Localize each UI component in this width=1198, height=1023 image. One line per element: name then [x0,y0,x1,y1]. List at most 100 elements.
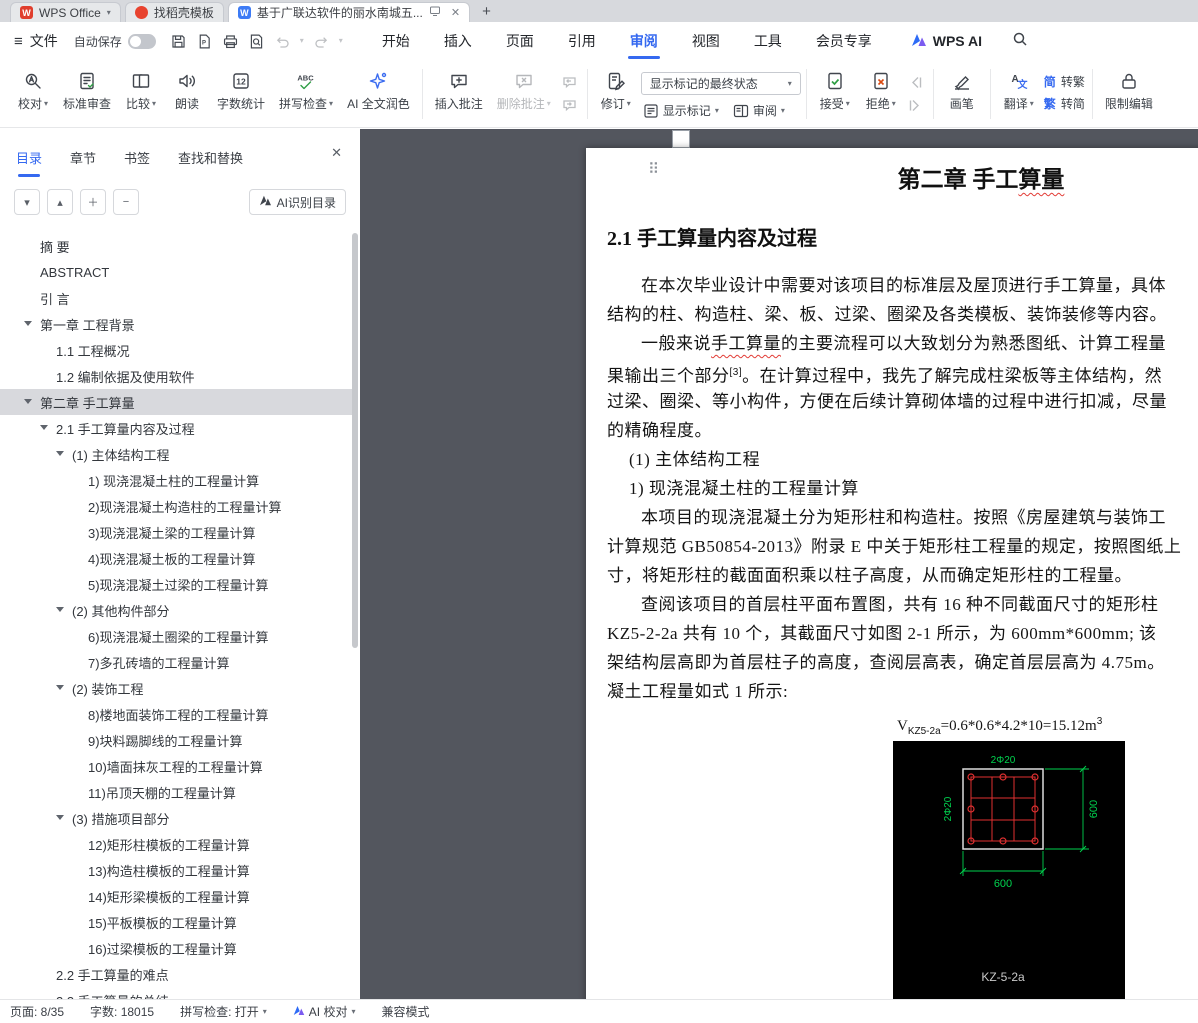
body-text-line: 果输出三个部分[3]。在计算过程中，我先了解完成柱梁板等主体结构，然 [607,366,1163,386]
tab-wps-office[interactable]: W WPS Office ▾ [10,2,121,22]
track-changes-button[interactable]: 修订 ▾ [593,64,639,116]
device-sync-icon [429,5,441,20]
insert-comment-button[interactable]: 插入批注 [428,64,490,116]
toc-item[interactable]: ABSTRACT [0,259,352,285]
toc-collapse-icon[interactable] [40,425,48,430]
menu-tab[interactable]: 审阅 [613,22,675,60]
tab-document[interactable]: W 基于广联达软件的丽水南城五... ✕ [227,2,471,22]
toc-item[interactable]: 第一章 工程背景 [0,311,352,337]
menu-tab[interactable]: 引用 [551,22,613,60]
close-sidebar-icon[interactable]: ✕ [331,145,342,161]
toc-item[interactable]: 1.1 工程概况 [0,337,352,363]
toc-item[interactable]: (2) 装饰工程 [0,675,352,701]
expand-all-button[interactable]: ▴ [47,189,73,215]
promote-heading-button[interactable]: ＋ [80,189,106,215]
toc-item[interactable]: 6)现浇混凝土圈梁的工程量计算 [0,623,352,649]
new-tab-button[interactable]: + [474,2,499,22]
toc-item[interactable]: 14)矩形梁模板的工程量计算 [0,883,352,909]
menu-tab[interactable]: 会员专享 [799,22,889,60]
paragraph-drag-handle-icon[interactable]: ⠿ [648,160,659,178]
print-preview-button[interactable] [248,33,265,50]
ai-detect-toc-button[interactable]: AI识别目录 [248,189,346,215]
search-button[interactable] [1012,31,1028,52]
sidebar-tab[interactable]: 查找和替换 [178,148,243,177]
word-count-indicator[interactable]: 字数: 18015 [90,1003,154,1020]
ai-proofread-status[interactable]: AI 校对 ▾ [293,1003,355,1020]
toc-collapse-icon[interactable] [56,607,64,612]
ai-polish-button[interactable]: AI 全文润色 [340,64,417,116]
file-menu-button[interactable]: ≡ 文件 [14,31,58,51]
sidebar-tab[interactable]: 章节 [70,148,96,177]
toc-item[interactable]: 3)现浇混凝土梁的工程量计算 [0,519,352,545]
toc-item[interactable]: 11)吊顶天棚的工程量计算 [0,779,352,805]
simplified-to-traditional-button[interactable]: 简 转繁 [1044,73,1085,90]
toc-item[interactable]: 7)多孔砖墙的工程量计算 [0,649,352,675]
toc-item[interactable]: 2.2 手工算量的难点 [0,961,352,987]
menu-tab[interactable]: 开始 [365,22,427,60]
ink-pen-button[interactable]: 画笔 [939,64,985,116]
comment-del-icon [514,70,534,91]
toc-item[interactable]: 13)构造柱模板的工程量计算 [0,857,352,883]
autosave-toggle[interactable] [127,33,156,49]
menu-tab[interactable]: 页面 [489,22,551,60]
demote-heading-button[interactable]: − [113,189,139,215]
word-count-button[interactable]: 12 字数统计 [210,64,272,116]
toc-item[interactable]: 5)现浇混凝土过梁的工程量计算 [0,571,352,597]
toc-collapse-icon[interactable] [56,451,64,456]
toc-item[interactable]: 引 言 [0,285,352,311]
sidebar-tab[interactable]: 书签 [124,148,150,177]
toc-collapse-icon[interactable] [56,685,64,690]
toc-item[interactable]: 15)平板模板的工程量计算 [0,909,352,935]
toc-collapse-icon[interactable] [24,399,32,404]
toc-item[interactable]: 2.3 手工算量的总结 [0,987,352,1000]
read-aloud-button[interactable]: 朗读 [164,64,210,116]
menu-tab[interactable]: 插入 [427,22,489,60]
proofread-button[interactable]: 校对 ▾ [10,64,56,116]
toc-item[interactable]: 9)块料踢脚线的工程量计算 [0,727,352,753]
export-pdf-button[interactable]: P [196,33,213,50]
toc-item[interactable]: 4)现浇混凝土板的工程量计算 [0,545,352,571]
reviewing-pane-button[interactable]: 审阅 ▾ [733,102,785,119]
sidebar-tab[interactable]: 目录 [16,148,42,177]
compatibility-mode-label[interactable]: 兼容模式 [381,1003,429,1020]
body-text-line: 过梁、圈梁、等小构件，方便在后续计算砌体墙的过程中进行扣减，尽量 [607,392,1167,411]
standard-review-button[interactable]: 标准审查 [56,64,118,116]
toc-item[interactable]: 16)过梁模板的工程量计算 [0,935,352,961]
restrict-editing-button[interactable]: 限制编辑 [1098,64,1160,116]
toc-item[interactable]: 8)楼地面装饰工程的工程量计算 [0,701,352,727]
spellcheck-button[interactable]: ABC 拼写检查 ▾ [272,64,340,116]
reject-button[interactable]: 拒绝 ▾ [858,64,904,116]
sidebar-toolbar: ▾ ▴ ＋ − AI识别目录 [0,177,360,223]
document-page[interactable]: ⠿ 第二章 手工算量 2.1 手工算量内容及过程 在本次毕业设计中需要对该项目的… [586,148,1198,999]
toc-collapse-icon[interactable] [56,815,64,820]
toc-item[interactable]: 摘 要 [0,233,352,259]
wps-ai-button[interactable]: WPS AI [911,33,982,50]
page-indicator[interactable]: 页面: 8/35 [10,1003,64,1020]
toc-item[interactable]: 1) 现浇混凝土柱的工程量计算 [0,467,352,493]
menu-tab[interactable]: 视图 [675,22,737,60]
show-markup-button[interactable]: 显示标记 ▾ [643,102,719,119]
compare-button[interactable]: 比较 ▾ [118,64,164,116]
spellcheck-status[interactable]: 拼写检查: 打开 ▾ [180,1003,267,1020]
toc-item[interactable]: (2) 其他构件部分 [0,597,352,623]
save-button[interactable] [170,33,187,50]
tab-docer[interactable]: 找稻壳模板 [124,2,224,22]
toc-collapse-icon[interactable] [24,321,32,326]
sidebar-scrollbar[interactable] [352,233,358,648]
close-tab-icon[interactable]: ✕ [451,6,460,19]
toc-item[interactable]: 10)墙面抹灰工程的工程量计算 [0,753,352,779]
toc-item[interactable]: (3) 措施项目部分 [0,805,352,831]
toc-item[interactable]: 第二章 手工算量 [0,389,352,415]
traditional-to-simplified-button[interactable]: 繁 转简 [1044,95,1085,112]
print-button[interactable] [222,33,239,50]
toc-item[interactable]: 2)现浇混凝土构造柱的工程量计算 [0,493,352,519]
toc-item[interactable]: (1) 主体结构工程 [0,441,352,467]
display-for-review-dropdown[interactable]: 显示标记的最终状态 ▾ [640,72,801,95]
toc-item[interactable]: 2.1 手工算量内容及过程 [0,415,352,441]
accept-button[interactable]: 接受 ▾ [812,64,858,116]
toc-item[interactable]: 1.2 编制依据及使用软件 [0,363,352,389]
menu-tab[interactable]: 工具 [737,22,799,60]
collapse-all-button[interactable]: ▾ [14,189,40,215]
toc-item[interactable]: 12)矩形柱模板的工程量计算 [0,831,352,857]
translate-button[interactable]: A文 翻译 ▾ [996,64,1042,116]
